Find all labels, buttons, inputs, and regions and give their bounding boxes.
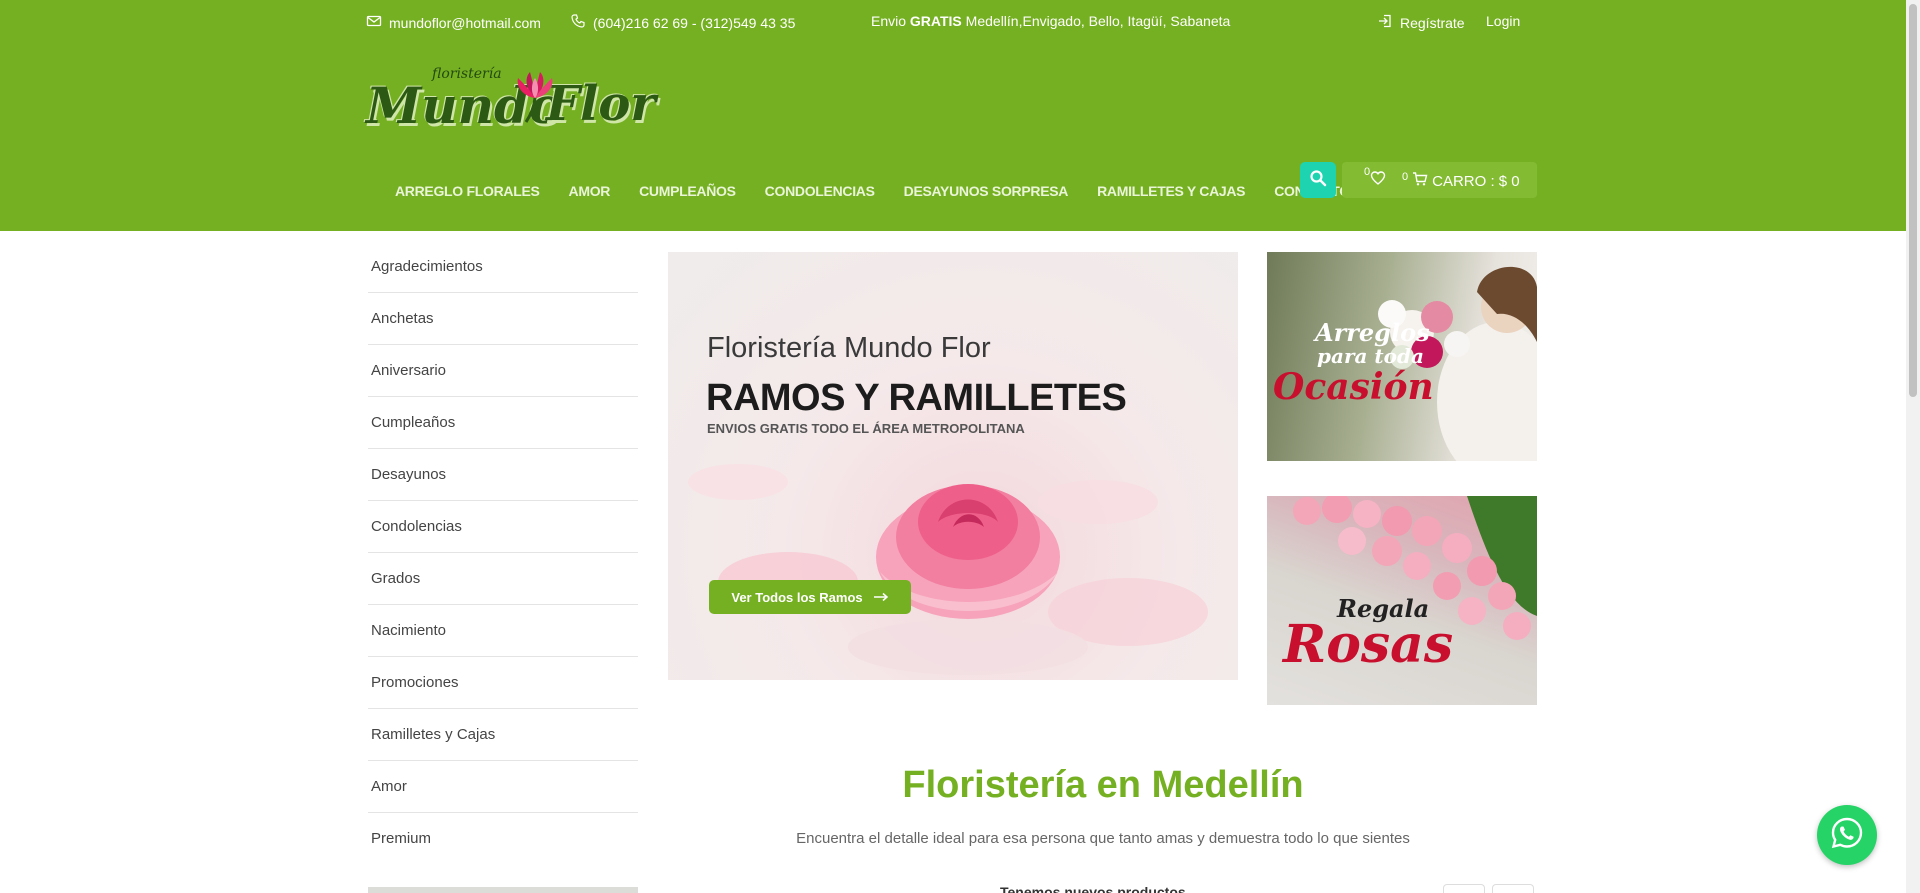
- scrollbar-thumb[interactable]: [1909, 4, 1917, 397]
- hero-banner: Floristería Mundo Flor RAMOS Y RAMILLETE…: [668, 252, 1238, 680]
- page-scrollbar[interactable]: [1906, 0, 1920, 893]
- category-amor[interactable]: Amor: [368, 761, 638, 813]
- category-agradecimientos[interactable]: Agradecimientos: [368, 241, 638, 293]
- phone-contact[interactable]: (604)216 62 69 - (312)549 43 35: [570, 13, 795, 32]
- category-sidebar: Agradecimientos Anchetas Aniversario Cum…: [368, 241, 638, 865]
- shipping-prefix: Envio: [871, 13, 907, 29]
- category-cumpleanos[interactable]: Cumpleaños: [368, 397, 638, 449]
- register-label: Regístrate: [1400, 14, 1465, 31]
- email-text: mundoflor@hotmail.com: [389, 14, 541, 31]
- category-nacimiento[interactable]: Nacimiento: [368, 605, 638, 657]
- search-button[interactable]: [1300, 162, 1336, 198]
- site-logo[interactable]: floristería Mundo Flor: [366, 64, 676, 156]
- category-ramilletes-y-cajas[interactable]: Ramilletes y Cajas: [368, 709, 638, 761]
- email-contact[interactable]: mundoflor@hotmail.com: [366, 13, 541, 32]
- wishlist-button[interactable]: 0: [1364, 166, 1386, 190]
- search-icon: [1309, 169, 1327, 192]
- view-all-bouquets-button[interactable]: Ver Todos los Ramos: [709, 580, 911, 614]
- hero-title: RAMOS Y RAMILLETES: [706, 377, 1127, 419]
- category-promociones[interactable]: Promociones: [368, 657, 638, 709]
- carousel-next-button[interactable]: [1492, 884, 1534, 893]
- whatsapp-button[interactable]: [1817, 805, 1877, 865]
- cart-button[interactable]: 0 CARRO : $ 0: [1402, 171, 1520, 191]
- arrow-right-icon: [873, 590, 889, 605]
- hero-button-label: Ver Todos los Ramos: [731, 589, 863, 605]
- category-condolencias[interactable]: Condolencias: [368, 501, 638, 553]
- banner1-line2: para toda: [1317, 344, 1424, 368]
- nav-amor[interactable]: AMOR: [569, 183, 611, 199]
- section-title: Floristería en Medellín: [902, 764, 1304, 806]
- cart-label: CARRO : $ 0: [1432, 172, 1520, 190]
- nav-ramilletes-y-cajas[interactable]: RAMILLETES Y CAJAS: [1097, 183, 1245, 199]
- category-anchetas[interactable]: Anchetas: [368, 293, 638, 345]
- login-link[interactable]: Login: [1486, 13, 1520, 29]
- nav-cumpleanos[interactable]: CUMPLEAÑOS: [639, 183, 736, 199]
- nav-arreglo-florales[interactable]: ARREGLO FLORALES: [395, 183, 540, 199]
- top-bar: mundoflor@hotmail.com (604)216 62 69 - (…: [0, 0, 1906, 44]
- category-premium[interactable]: Premium: [368, 813, 638, 865]
- shipping-cities: Medellín,Envigado, Bello, Itagüí, Sabane…: [965, 13, 1231, 29]
- hero-subtitle: Floristería Mundo Flor: [707, 332, 991, 364]
- section-description: Encuentra el detalle ideal para esa pers…: [796, 830, 1410, 847]
- carousel-prev-button[interactable]: [1443, 884, 1485, 893]
- shipping-bold: GRATIS: [909, 13, 962, 29]
- flower-logo-icon: [512, 68, 558, 129]
- header: [0, 44, 1906, 231]
- banner1-line1: Arreglos: [1315, 318, 1430, 347]
- nav-desayunos-sorpresa[interactable]: DESAYUNOS SORPRESA: [904, 183, 1069, 199]
- phone-icon: [570, 13, 586, 32]
- whatsapp-icon: [1829, 815, 1865, 856]
- login-label: Login: [1486, 13, 1521, 29]
- banner2-line2: Rosas: [1283, 614, 1454, 675]
- register-link[interactable]: Regístrate: [1377, 13, 1465, 32]
- category-desayunos[interactable]: Desayunos: [368, 449, 638, 501]
- promo-banner-rosas[interactable]: Regala Rosas: [1267, 496, 1537, 705]
- promo-banner-arreglos[interactable]: Arreglos para toda Ocasión: [1267, 252, 1537, 461]
- phone-text: (604)216 62 69 - (312)549 43 35: [593, 14, 796, 31]
- sidebar-promo-image[interactable]: [368, 887, 638, 893]
- logo-word-flor: Flor: [546, 76, 656, 132]
- mail-icon: [366, 13, 382, 32]
- hero-tagline: ENVIOS GRATIS TODO EL ÁREA METROPOLITANA: [707, 421, 1025, 436]
- nav-condolencias[interactable]: CONDOLENCIAS: [765, 183, 875, 199]
- cart-count: 0: [1402, 171, 1409, 183]
- wishlist-count: 0: [1364, 166, 1371, 178]
- category-aniversario[interactable]: Aniversario: [368, 345, 638, 397]
- cart-box: 0 0 CARRO : $ 0: [1342, 162, 1537, 198]
- shipping-notice: Envio GRATIS Medellín,Envigado, Bello, I…: [871, 13, 1230, 29]
- heart-icon: [1370, 170, 1386, 190]
- section-subheading: Tenemos nuevos productos: [1000, 884, 1186, 893]
- login-arrow-icon: [1377, 13, 1393, 32]
- main-nav: ARREGLO FLORALES AMOR CUMPLEAÑOS CONDOLE…: [395, 183, 1379, 199]
- rose-illustration: [688, 464, 1208, 675]
- category-grados[interactable]: Grados: [368, 553, 638, 605]
- banner1-line3: Ocasión: [1273, 366, 1434, 408]
- cart-icon: [1412, 171, 1428, 191]
